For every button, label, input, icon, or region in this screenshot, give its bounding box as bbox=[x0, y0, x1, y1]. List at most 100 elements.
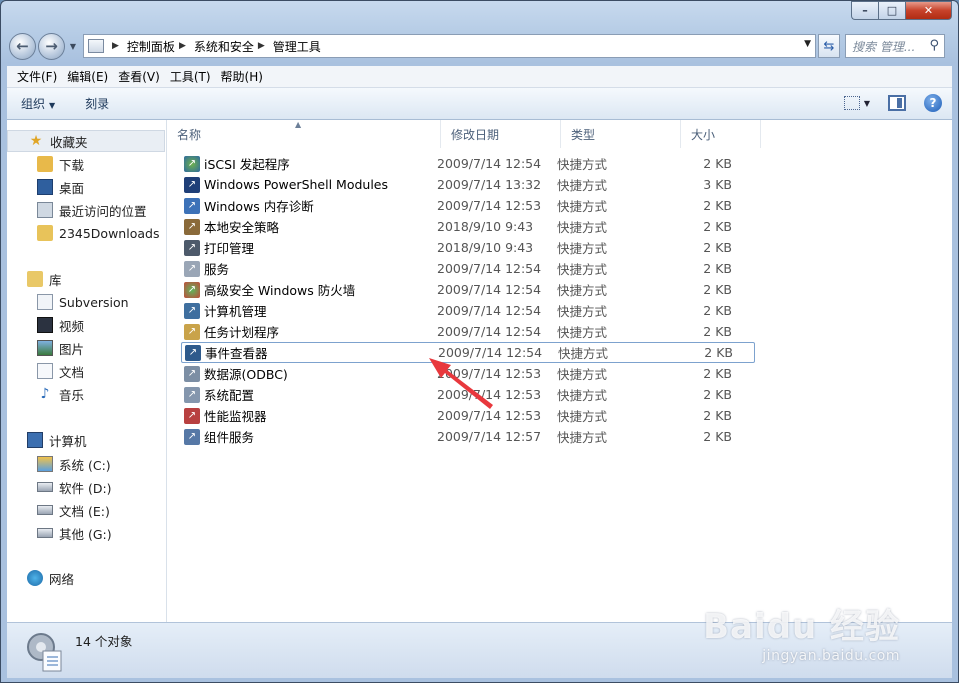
nav-item-drive-d[interactable]: 软件 (D:) bbox=[7, 476, 165, 498]
nav-item-2345downloads[interactable]: 2345Downloads bbox=[7, 222, 165, 244]
chevron-right-icon[interactable]: ▶ bbox=[258, 41, 265, 51]
view-controls: ▼ ? bbox=[843, 94, 942, 112]
nav-item-documents[interactable]: 文档 bbox=[7, 360, 165, 382]
minimize-button[interactable]: – bbox=[851, 1, 878, 20]
shortcut-icon: ↗ bbox=[184, 218, 200, 235]
file-row[interactable]: ↗ 数据源(ODBC) 2009/7/14 12:53 快捷方式 2 KB bbox=[181, 363, 755, 384]
file-size: 2 KB bbox=[703, 240, 732, 255]
nav-item-pictures[interactable]: 图片 bbox=[7, 337, 165, 359]
file-type: 快捷方式 bbox=[557, 283, 608, 298]
nav-computer-label: 计算机 bbox=[49, 433, 87, 449]
admin-tools-icon bbox=[25, 629, 65, 673]
nav-item-drive-g[interactable]: 其他 (G:) bbox=[7, 522, 165, 544]
back-button[interactable]: ← bbox=[9, 32, 36, 60]
file-name-cell: ↗ 打印管理 bbox=[181, 238, 437, 257]
forward-button[interactable]: → bbox=[38, 32, 65, 60]
file-row[interactable]: ↗ 性能监视器 2009/7/14 12:53 快捷方式 2 KB bbox=[181, 405, 755, 426]
menu-tools[interactable]: 工具(T) bbox=[165, 68, 216, 85]
file-row[interactable]: ↗ 事件查看器 2009/7/14 12:54 快捷方式 2 KB bbox=[181, 342, 755, 363]
view-dropdown-icon[interactable]: ▼ bbox=[864, 99, 870, 108]
file-row[interactable]: ↗ 任务计划程序 2009/7/14 12:54 快捷方式 2 KB bbox=[181, 321, 755, 342]
file-row[interactable]: ↗ iSCSI 发起程序 2009/7/14 12:54 快捷方式 2 KB bbox=[181, 153, 755, 174]
shortcut-icon: ↗ bbox=[184, 260, 200, 277]
menu-help[interactable]: 帮助(H) bbox=[216, 68, 268, 85]
nav-item-music[interactable]: ♪ 音乐 bbox=[7, 383, 165, 405]
file-size: 2 KB bbox=[703, 408, 732, 423]
file-name: 服务 bbox=[204, 262, 230, 277]
drive-icon bbox=[37, 528, 53, 538]
view-options-icon[interactable] bbox=[843, 96, 860, 110]
nav-network-label: 网络 bbox=[49, 571, 75, 587]
document-icon bbox=[37, 363, 53, 379]
nav-network[interactable]: 网络 bbox=[7, 567, 165, 589]
pictures-icon bbox=[37, 340, 53, 356]
organize-button[interactable]: 组织 ▼ bbox=[21, 95, 55, 112]
column-date[interactable]: 修改日期 bbox=[441, 120, 561, 148]
preview-pane-icon[interactable] bbox=[888, 95, 906, 111]
file-row[interactable]: ↗ Windows 内存诊断 2009/7/14 12:53 快捷方式 2 KB bbox=[181, 195, 755, 216]
refresh-button[interactable]: ⇆ bbox=[818, 34, 840, 58]
column-type[interactable]: 类型 bbox=[561, 120, 681, 148]
nav-item-subversion[interactable]: Subversion bbox=[7, 291, 165, 313]
nav-item-downloads[interactable]: 下载 bbox=[7, 153, 165, 175]
drive-icon bbox=[37, 482, 53, 492]
maximize-button[interactable]: □ bbox=[878, 1, 905, 20]
file-name-cell: ↗ 系统配置 bbox=[181, 385, 437, 404]
shortcut-icon: ↗ bbox=[184, 407, 200, 424]
recent-pages-dropdown[interactable]: ▼ bbox=[67, 42, 79, 51]
shortcut-icon: ↗ bbox=[184, 281, 200, 298]
menu-file[interactable]: 文件(F) bbox=[12, 68, 62, 85]
nav-item-label: 文档 (E:) bbox=[59, 503, 110, 519]
file-row[interactable]: ↗ 本地安全策略 2018/9/10 9:43 快捷方式 2 KB bbox=[181, 216, 755, 237]
search-icon[interactable]: ⚲ bbox=[929, 38, 939, 53]
file-row[interactable]: ↗ 系统配置 2009/7/14 12:53 快捷方式 2 KB bbox=[181, 384, 755, 405]
file-row[interactable]: ↗ 高级安全 Windows 防火墙 2009/7/14 12:54 快捷方式 2 KB bbox=[181, 279, 755, 300]
file-size: 2 KB bbox=[703, 429, 732, 444]
breadcrumb-system-security[interactable]: 系统和安全 bbox=[194, 38, 254, 55]
column-name[interactable]: 名称 bbox=[167, 120, 441, 148]
menu-edit[interactable]: 编辑(E) bbox=[62, 68, 113, 85]
close-button[interactable]: ✕ bbox=[905, 1, 952, 20]
address-bar[interactable]: ▶ 控制面板 ▶ 系统和安全 ▶ 管理工具 ▼ bbox=[83, 34, 816, 58]
breadcrumb-control-panel[interactable]: 控制面板 bbox=[127, 38, 175, 55]
file-row[interactable]: ↗ 组件服务 2009/7/14 12:57 快捷方式 2 KB bbox=[181, 426, 755, 447]
nav-libraries[interactable]: 库 bbox=[7, 268, 165, 290]
column-size[interactable]: 大小 bbox=[681, 120, 761, 148]
address-dropdown-icon[interactable]: ▼ bbox=[804, 39, 811, 49]
chevron-right-icon[interactable]: ▶ bbox=[112, 41, 119, 51]
file-type: 快捷方式 bbox=[558, 346, 609, 361]
file-type: 快捷方式 bbox=[557, 430, 608, 445]
file-name: iSCSI 发起程序 bbox=[204, 157, 290, 172]
file-name-cell: ↗ 任务计划程序 bbox=[181, 322, 437, 341]
file-row[interactable]: ↗ 打印管理 2018/9/10 9:43 快捷方式 2 KB bbox=[181, 237, 755, 258]
menu-view[interactable]: 查看(V) bbox=[113, 68, 165, 85]
nav-item-recent[interactable]: 最近访问的位置 bbox=[7, 199, 165, 221]
nav-item-drive-c[interactable]: 系统 (C:) bbox=[7, 453, 165, 475]
search-input[interactable]: 搜索 管理... ⚲ bbox=[845, 34, 945, 58]
file-name: Windows PowerShell Modules bbox=[204, 177, 388, 192]
file-row[interactable]: ↗ 计算机管理 2009/7/14 12:54 快捷方式 2 KB bbox=[181, 300, 755, 321]
file-date: 2009/7/14 12:54 bbox=[437, 261, 542, 276]
file-row[interactable]: ↗ 服务 2009/7/14 12:54 快捷方式 2 KB bbox=[181, 258, 755, 279]
search-placeholder: 搜索 管理... bbox=[852, 39, 916, 54]
burn-button[interactable]: 刻录 bbox=[85, 95, 109, 112]
file-name: 高级安全 Windows 防火墙 bbox=[204, 283, 356, 298]
nav-computer[interactable]: 计算机 bbox=[7, 429, 165, 451]
file-type: 快捷方式 bbox=[557, 304, 608, 319]
forward-arrow-icon: → bbox=[45, 37, 58, 55]
help-icon[interactable]: ? bbox=[924, 94, 942, 112]
file-row[interactable]: ↗ Windows PowerShell Modules 2009/7/14 13:… bbox=[181, 174, 755, 195]
nav-favorites[interactable]: ★ 收藏夹 bbox=[7, 130, 165, 152]
nav-item-videos[interactable]: 视频 bbox=[7, 314, 165, 336]
file-name-cell: ↗ iSCSI 发起程序 bbox=[181, 154, 437, 173]
nav-item-drive-e[interactable]: 文档 (E:) bbox=[7, 499, 165, 521]
column-name-label: 名称 bbox=[177, 127, 202, 142]
file-size: 2 KB bbox=[703, 156, 732, 171]
chevron-right-icon[interactable]: ▶ bbox=[179, 41, 186, 51]
nav-item-desktop[interactable]: 桌面 bbox=[7, 176, 165, 198]
watermark-url: jingyan.baidu.com bbox=[762, 648, 900, 664]
file-date: 2009/7/14 12:54 bbox=[437, 282, 542, 297]
recent-places-icon bbox=[37, 202, 53, 218]
breadcrumb-admin-tools[interactable]: 管理工具 bbox=[273, 38, 321, 55]
shortcut-icon: ↗ bbox=[184, 365, 200, 382]
